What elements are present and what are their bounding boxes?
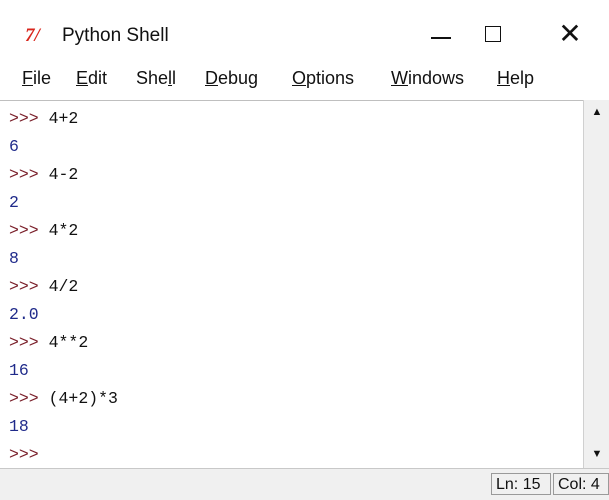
menu-file[interactable]: File (22, 67, 51, 89)
shell-output-line: 18 (9, 417, 29, 436)
shell-command: 4**2 (48, 333, 89, 352)
shell-output-line: 2.0 (9, 305, 39, 324)
title-bar[interactable]: 7/ Python Shell ✕ (0, 0, 609, 52)
shell-command: 4*2 (48, 221, 79, 240)
shell-input-line: >>> 4/2 (9, 277, 78, 297)
shell-input-line: >>> (9, 445, 49, 465)
menu-help[interactable]: Help (497, 67, 534, 89)
shell-input-line: >>> 4*2 (9, 221, 78, 241)
shell-output-line: 2 (9, 193, 19, 212)
menu-shell[interactable]: Shell (136, 67, 176, 89)
shell-output-line: 6 (9, 137, 19, 156)
minimize-icon (431, 37, 451, 39)
shell-prompt: >>> (9, 221, 39, 240)
maximize-icon (485, 26, 501, 42)
shell-output-line: 8 (9, 249, 19, 268)
shell-input-line: >>> 4-2 (9, 165, 78, 185)
shell-text-area[interactable]: >>> 4+2 6 >>> 4-2 2 >>> 4*2 8 >>> 4/2 2.… (0, 100, 583, 469)
shell-command: 4/2 (48, 277, 79, 296)
shell-prompt: >>> (9, 165, 39, 184)
shell-prompt: >>> (9, 389, 39, 408)
shell-command: 4-2 (48, 165, 79, 184)
shell-input-line: >>> 4+2 (9, 109, 78, 129)
maximize-button[interactable] (470, 16, 516, 52)
vertical-scrollbar[interactable]: ▲ ▼ (583, 100, 609, 468)
window-title: Python Shell (62, 25, 169, 46)
status-bar: Ln: 15 Col: 4 (0, 468, 609, 500)
python-feather-icon: 7/ (25, 25, 40, 46)
menu-debug[interactable]: Debug (205, 67, 258, 89)
shell-input-line: >>> 4**2 (9, 333, 88, 353)
shell-prompt: >>> (9, 277, 39, 296)
minimize-button[interactable] (418, 16, 464, 52)
scroll-up-arrow-icon[interactable]: ▲ (584, 102, 609, 122)
shell-prompt: >>> (9, 445, 39, 464)
column-number-indicator: Col: 4 (553, 473, 609, 495)
line-number-indicator: Ln: 15 (491, 473, 551, 495)
shell-command: (4+2)*3 (48, 389, 118, 408)
close-icon: ✕ (558, 18, 582, 49)
menu-bar: File Edit Shell Debug Options Windows He… (0, 60, 609, 100)
scroll-down-arrow-icon[interactable]: ▼ (584, 444, 609, 464)
menu-edit[interactable]: Edit (76, 67, 107, 89)
close-button[interactable]: ✕ (547, 16, 593, 52)
shell-command: 4+2 (48, 109, 79, 128)
menu-windows[interactable]: Windows (391, 67, 464, 89)
shell-output-line: 16 (9, 361, 29, 380)
shell-input-line: >>> (4+2)*3 (9, 389, 118, 409)
shell-prompt: >>> (9, 333, 39, 352)
menu-options[interactable]: Options (292, 67, 354, 89)
shell-prompt: >>> (9, 109, 39, 128)
